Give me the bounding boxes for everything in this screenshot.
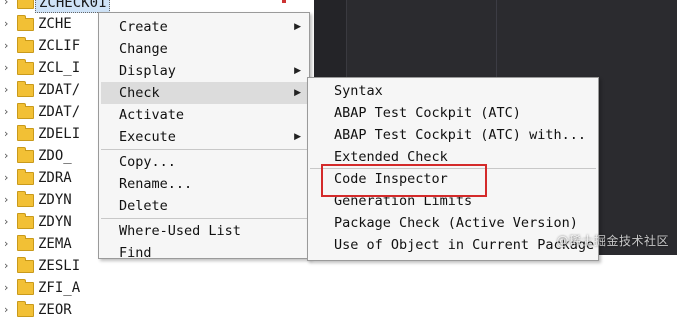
menu-item-label: Find	[119, 245, 152, 261]
tree-item-label: ZDAT/	[38, 104, 81, 120]
tree-item-label: ZDELI	[38, 126, 81, 142]
folder-icon	[17, 257, 34, 273]
menu-item-activate[interactable]: Activate	[101, 104, 307, 126]
menu-item-label: Rename...	[119, 176, 193, 192]
menu-item-label: Check	[119, 85, 160, 101]
menu-item-display[interactable]: Display ▶	[101, 60, 307, 82]
chevron-right-icon[interactable]: ›	[4, 280, 14, 294]
folder-icon	[17, 15, 34, 31]
menu-item-find[interactable]: Find	[101, 242, 307, 264]
tree-item-label: ZCLIF	[38, 38, 81, 54]
menu-item-check[interactable]: Check ▶	[101, 82, 307, 104]
menu-item-label: Execute	[119, 129, 176, 145]
submenu-item-label: Package Check (Active Version)	[334, 215, 578, 231]
chevron-right-icon[interactable]: ›	[4, 258, 14, 272]
chevron-right-icon[interactable]: ›	[4, 126, 14, 140]
chevron-right-icon[interactable]: ›	[4, 236, 14, 250]
chevron-right-icon[interactable]: ›	[4, 170, 14, 184]
tree-item-label: ZEOR	[38, 302, 72, 318]
folder-icon	[17, 125, 34, 141]
menu-item-execute[interactable]: Execute ▶	[101, 126, 307, 148]
menu-item-label: Create	[119, 19, 168, 35]
tree-item-label: ZEMA	[38, 236, 72, 252]
folder-icon	[17, 169, 34, 185]
tree-item-label: ZDRA	[38, 170, 72, 186]
folder-icon	[17, 0, 34, 9]
submenu-item-atc-with[interactable]: ABAP Test Cockpit (ATC) with...	[310, 124, 596, 146]
folder-icon	[17, 37, 34, 53]
folder-icon	[17, 103, 34, 119]
submenu-item-label: Syntax	[334, 83, 383, 99]
menu-item-label: Display	[119, 63, 176, 79]
tree-item-label: ZFI_A	[38, 280, 81, 296]
chevron-right-icon[interactable]: ›	[4, 104, 14, 118]
tree-item[interactable]: › ZFI_A	[0, 278, 314, 300]
submenu-arrow-icon: ▶	[294, 132, 301, 142]
menu-item-label: Copy...	[119, 154, 176, 170]
chevron-right-icon[interactable]: ›	[4, 214, 14, 228]
context-menu: Create ▶ Change Display ▶ Check ▶ Activa…	[98, 12, 310, 261]
tree-item-label: ZDAT/	[38, 82, 81, 98]
folder-icon	[17, 279, 34, 295]
tree-item-label: ZDO_	[38, 148, 72, 164]
menu-item-label: Delete	[119, 198, 168, 214]
menu-item-rename[interactable]: Rename...	[101, 173, 307, 195]
submenu-item-label: ABAP Test Cockpit (ATC)	[334, 105, 521, 121]
chevron-right-icon[interactable]: ›	[4, 82, 14, 96]
chevron-right-icon[interactable]: ›	[4, 192, 14, 206]
submenu-arrow-icon: ▶	[294, 22, 301, 32]
folder-icon	[17, 81, 34, 97]
menu-item-create[interactable]: Create ▶	[101, 16, 307, 38]
folder-icon	[17, 191, 34, 207]
submenu-arrow-icon: ▶	[294, 88, 301, 98]
tree-item-label: ZCHE	[38, 16, 72, 32]
submenu-item-syntax[interactable]: Syntax	[310, 80, 596, 102]
menu-item-copy[interactable]: Copy...	[101, 151, 307, 173]
chevron-right-icon[interactable]: ›	[4, 38, 14, 52]
tree-item-label: ZDYN	[38, 192, 72, 208]
menu-separator	[101, 149, 307, 150]
watermark: @稀土掘金技术社区	[556, 234, 669, 248]
code-inspector-highlight	[321, 164, 487, 197]
menu-item-delete[interactable]: Delete	[101, 195, 307, 217]
tree-item-label: ZESLI	[38, 258, 81, 274]
tree-item[interactable]: › ZEOR	[0, 300, 314, 322]
folder-icon	[17, 147, 34, 163]
folder-icon	[17, 59, 34, 75]
tree-item-label: ZCL_I	[38, 60, 81, 76]
chevron-right-icon[interactable]: ›	[4, 60, 14, 74]
submenu-item-package-check[interactable]: Package Check (Active Version)	[310, 212, 596, 234]
chevron-right-icon[interactable]: ›	[4, 302, 14, 316]
chevron-right-icon[interactable]: ›	[4, 16, 14, 30]
submenu-arrow-icon: ▶	[294, 66, 301, 76]
submenu-item-atc[interactable]: ABAP Test Cockpit (ATC)	[310, 102, 596, 124]
menu-item-label: Change	[119, 41, 168, 57]
tree-item-label: ZDYN	[38, 214, 72, 230]
menu-separator	[101, 218, 307, 219]
submenu-item-use-of-object[interactable]: Use of Object in Current Package	[310, 234, 596, 256]
menu-item-change[interactable]: Change	[101, 38, 307, 60]
submenu-item-label: ABAP Test Cockpit (ATC) with...	[334, 127, 586, 143]
chevron-right-icon[interactable]: ›	[4, 0, 14, 8]
folder-icon	[17, 213, 34, 229]
folder-icon	[17, 235, 34, 251]
menu-item-label: Activate	[119, 107, 185, 123]
menu-item-where-used-list[interactable]: Where-Used List	[101, 220, 307, 242]
menu-item-label: Where-Used List	[119, 223, 241, 239]
folder-icon	[17, 301, 34, 317]
chevron-right-icon[interactable]: ›	[4, 148, 14, 162]
